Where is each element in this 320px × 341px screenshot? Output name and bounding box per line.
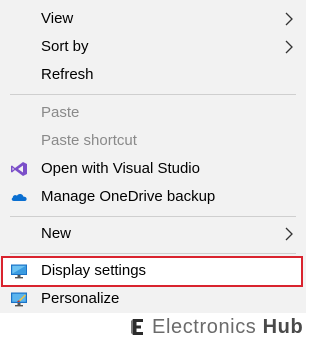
menu-item-paste-shortcut: Paste shortcut: [0, 127, 306, 155]
menu-item-label: New: [41, 225, 72, 242]
chevron-right-icon: [285, 12, 293, 26]
menu-item-manage-onedrive-backup[interactable]: Manage OneDrive backup: [0, 183, 306, 211]
menu-item-label: Paste shortcut: [41, 132, 137, 149]
menu-item-label: Refresh: [41, 66, 94, 83]
menu-item-refresh[interactable]: Refresh: [0, 61, 306, 89]
menu-item-open-with-visual-studio[interactable]: Open with Visual Studio: [0, 155, 306, 183]
menu-item-label: Sort by: [41, 38, 89, 55]
menu-item-label: Personalize: [41, 290, 120, 307]
menu-item-label: Paste: [41, 104, 80, 121]
watermark-brand-light: Electronics: [152, 316, 257, 338]
visual-studio-icon: [11, 162, 27, 176]
menu-separator: [10, 216, 296, 217]
personalize-icon: [11, 292, 27, 307]
watermark: Electronics Hub: [0, 313, 306, 341]
menu-item-view[interactable]: View: [0, 5, 306, 33]
watermark-text: Electronics Hub: [152, 315, 303, 339]
menu-item-label: Display settings: [41, 262, 147, 279]
menu-item-paste: Paste: [0, 99, 306, 127]
menu-item-personalize[interactable]: Personalize: [0, 285, 306, 313]
menu-separator: [10, 94, 296, 95]
menu-item-sort-by[interactable]: Sort by: [0, 33, 306, 61]
chevron-right-icon: [285, 40, 293, 54]
menu-item-display-settings[interactable]: Display settings: [0, 257, 306, 285]
context-menu: View Sort by Refresh Paste Paste shortcu…: [0, 0, 306, 313]
display-monitor-icon: [11, 264, 27, 279]
electronics-hub-logo-icon: [131, 319, 143, 335]
menu-item-label: Open with Visual Studio: [41, 160, 200, 177]
chevron-right-icon: [285, 227, 293, 241]
menu-item-label: View: [41, 10, 74, 27]
onedrive-cloud-icon: [11, 193, 27, 201]
menu-item-new[interactable]: New: [0, 220, 306, 248]
menu-separator: [10, 253, 296, 254]
menu-item-label: Manage OneDrive backup: [41, 188, 216, 205]
watermark-brand-bold: Hub: [262, 316, 304, 338]
